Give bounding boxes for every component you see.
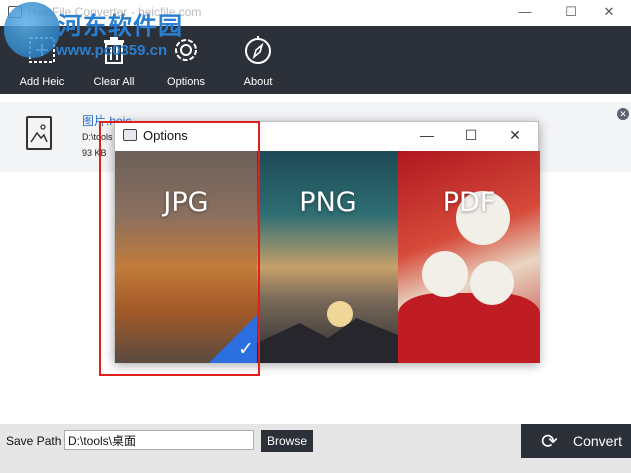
png-preview-sun <box>327 301 353 327</box>
watermark-text: 河东软件园 <box>58 11 183 40</box>
pdf-preview-marshmallow <box>470 261 514 305</box>
convert-label: Convert <box>573 433 623 449</box>
dialog-maximize-button[interactable]: ☐ <box>449 122 493 150</box>
pdf-preview-marshmallow <box>422 251 468 297</box>
about-label: About <box>243 76 273 88</box>
compass-icon <box>245 36 271 64</box>
format-label-png: PNG <box>299 187 357 218</box>
image-file-icon <box>26 116 52 150</box>
close-button[interactable]: ✕ <box>586 0 631 26</box>
save-path-label: Save Path <box>6 434 62 448</box>
dialog-close-button[interactable]: ✕ <box>493 122 537 150</box>
watermark-logo <box>4 2 60 58</box>
options-label: Options <box>167 76 205 88</box>
format-option-pdf[interactable]: PDF <box>398 151 540 363</box>
clear-all-label: Clear All <box>93 76 135 88</box>
format-option-png[interactable]: PNG <box>257 151 399 363</box>
watermark-url: www.pc0359.cn <box>56 42 168 59</box>
browse-button[interactable]: Browse <box>261 430 313 452</box>
dialog-minimize-button[interactable]: — <box>405 122 449 150</box>
minimize-button[interactable]: — <box>502 0 548 26</box>
selection-highlight <box>99 121 260 376</box>
save-path-input[interactable] <box>64 430 254 450</box>
format-label-pdf: PDF <box>442 187 496 218</box>
pdf-preview-mug <box>398 293 540 363</box>
bottom-bar: Save Path Browse ⟳ Convert <box>0 424 631 473</box>
convert-button[interactable]: ⟳ Convert <box>521 424 631 458</box>
remove-file-icon[interactable]: ✕ <box>617 108 629 120</box>
about-button[interactable]: About <box>222 26 294 94</box>
add-heic-label: Add Heic <box>19 76 65 88</box>
convert-icon: ⟳ <box>541 431 558 453</box>
